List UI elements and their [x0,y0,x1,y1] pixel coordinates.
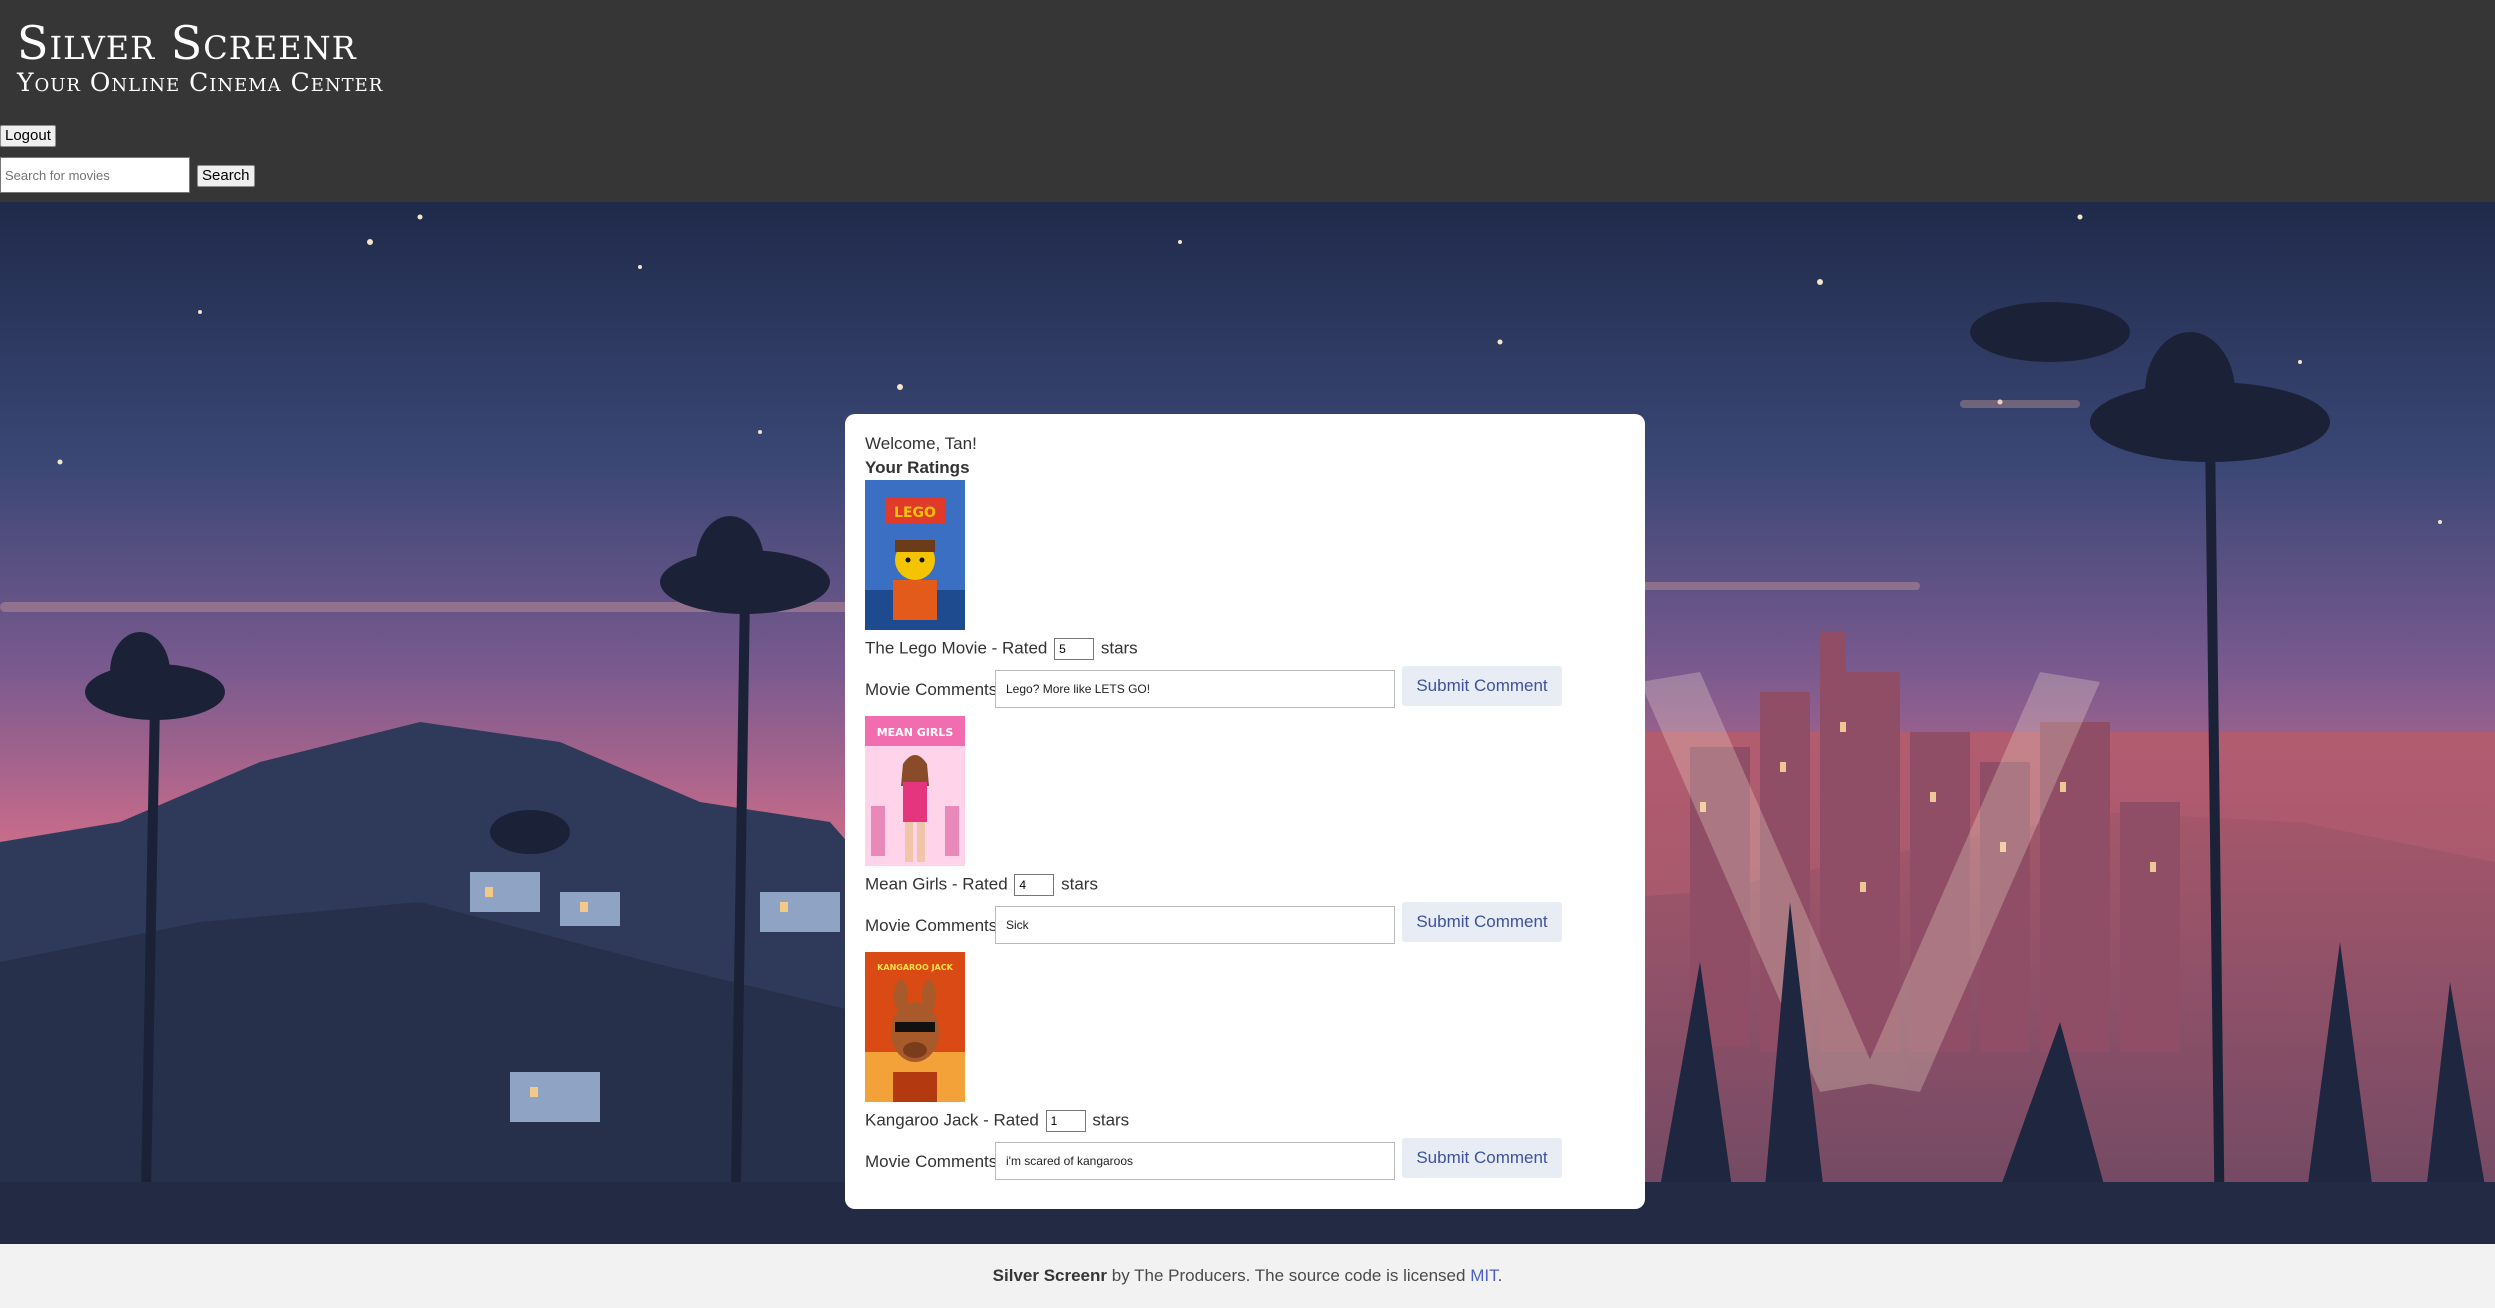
rating-value[interactable]: 4 [1014,874,1055,896]
your-ratings-heading: Your Ratings [865,458,970,477]
movie-title: The Lego Movie [865,638,987,658]
movie-title: Kangaroo Jack [865,1110,979,1130]
search-button[interactable]: Search [197,165,255,187]
logout-button[interactable]: Logout [0,125,56,147]
rated-prefix: - Rated [986,638,1053,658]
rated-suffix: stars [1100,638,1138,658]
rated-line: The Lego Movie - Rated 5 stars [865,638,1138,660]
site-header: Silver Screenr Your Online Cinema Center… [0,0,2495,202]
comment-input[interactable] [995,906,1395,944]
rated-suffix: stars [1061,874,1098,894]
welcome-message: Welcome, Tan! [865,434,977,453]
comments-label: Movie Comments [865,1152,998,1171]
rated-prefix: - Rated [947,874,1013,894]
comment-input[interactable] [995,670,1395,708]
movie-poster[interactable]: LEGO [865,480,965,630]
movie-poster[interactable]: KANGAROO JACK [865,952,965,1102]
rated-prefix: - Rated [978,1110,1044,1130]
rating-entry: LEGO The Lego Movie - Rated 5 stars Movi… [865,480,1625,720]
comments-label: Movie Comments [865,916,998,935]
kangaroo-jack-poster-image: KANGAROO JACK [865,952,965,1102]
site-title: Silver Screenr [17,16,357,70]
site-tagline: Your Online Cinema Center [17,68,384,97]
rating-value[interactable]: 1 [1045,1110,1086,1132]
comments-label: Movie Comments [865,680,998,699]
movie-poster[interactable]: MEAN GIRLS [865,716,965,866]
lego-movie-poster-image: LEGO [865,480,965,630]
comment-input[interactable] [995,1142,1395,1180]
footer-brand: Silver Screenr [992,1266,1108,1285]
rating-entry: MEAN GIRLS Mean Girls - Rated 4 stars Mo… [865,716,1625,956]
footer-end: . [1497,1266,1503,1285]
ratings-card: Welcome, Tan! Your Ratings LEGO The Lego… [845,414,1645,1209]
rating-entry: KANGAROO JACK Kangaroo Jack - Rated 1 st… [865,952,1625,1192]
search-input[interactable] [0,157,190,193]
footer-text: by The Producers. The source code is lic… [1107,1266,1471,1285]
submit-comment-button[interactable]: Submit Comment [1402,902,1562,942]
svg-text:LEGO: LEGO [894,505,936,521]
submit-comment-button[interactable]: Submit Comment [1402,1138,1562,1178]
mean-girls-poster-image: MEAN GIRLS [865,716,965,866]
rated-line: Kangaroo Jack - Rated 1 stars [865,1110,1129,1132]
rated-line: Mean Girls - Rated 4 stars [865,874,1098,896]
svg-text:MEAN GIRLS: MEAN GIRLS [877,726,954,739]
license-link[interactable]: MIT [1470,1266,1497,1285]
submit-comment-button[interactable]: Submit Comment [1402,666,1562,706]
svg-text:KANGAROO JACK: KANGAROO JACK [877,963,953,972]
rating-value[interactable]: 5 [1054,638,1095,660]
movie-title: Mean Girls [865,874,948,894]
site-footer: Silver Screenr by The Producers. The sou… [0,1244,2495,1308]
rated-suffix: stars [1092,1110,1130,1130]
